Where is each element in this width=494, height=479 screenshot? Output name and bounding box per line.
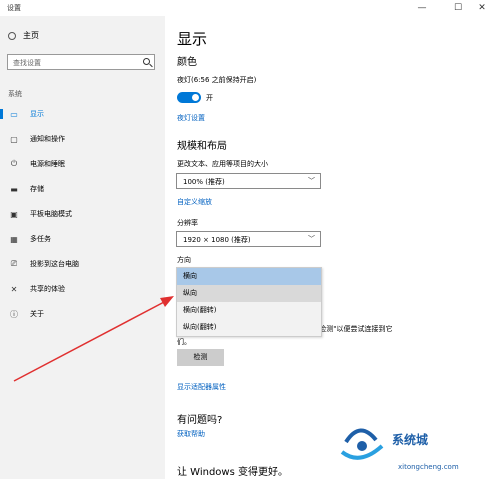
watermark-url: xitongcheng.com bbox=[398, 463, 459, 471]
storage-icon: ▬ bbox=[10, 184, 18, 194]
window-title: 设置 bbox=[7, 4, 21, 12]
toggle-knob bbox=[192, 94, 199, 101]
scale-heading: 规模和布局 bbox=[177, 141, 227, 152]
section-label: 系统 bbox=[8, 90, 22, 98]
orientation-option[interactable]: 纵向 bbox=[177, 285, 321, 302]
question-heading: 有问题吗? bbox=[177, 415, 223, 426]
sidebar-item-label: 电源和睡眠 bbox=[30, 160, 65, 168]
watermark-name: 系统城 bbox=[392, 433, 429, 447]
sidebar-item-projecting[interactable]: ⎚ 投影到这台电脑 bbox=[0, 255, 165, 273]
multitask-icon: ▦ bbox=[10, 234, 18, 244]
sidebar-item-label: 通知和操作 bbox=[30, 135, 65, 143]
orientation-menu: 横向 纵向 横向(翻转) 纵向(翻转) bbox=[176, 267, 322, 337]
sidebar-item-label: 投影到这台电脑 bbox=[30, 260, 79, 268]
sidebar-item-storage[interactable]: ▬ 存储 bbox=[0, 180, 165, 198]
night-light-toggle[interactable] bbox=[177, 92, 201, 103]
power-icon: ⏻ bbox=[10, 159, 18, 168]
detect-description: "检测"以便尝试连接到它 bbox=[316, 325, 393, 333]
adapter-properties-link[interactable]: 显示适配器属性 bbox=[177, 382, 226, 392]
chevron-down-icon: ﹀ bbox=[308, 177, 315, 185]
sidebar-item-display[interactable]: ▭ 显示 bbox=[0, 105, 165, 123]
detect-description-cont: 们。 bbox=[177, 338, 191, 346]
close-button[interactable]: ✕ bbox=[470, 1, 494, 15]
night-light-label: 夜灯(6:56 之前保持开启) bbox=[177, 76, 257, 84]
gear-icon bbox=[8, 31, 16, 40]
toggle-state: 开 bbox=[206, 94, 213, 102]
sidebar-item-label: 关于 bbox=[30, 310, 44, 318]
monitor-icon: ▭ bbox=[10, 109, 18, 119]
maximize-button[interactable]: ☐ bbox=[446, 1, 470, 15]
search-placeholder: 查找设置 bbox=[13, 59, 41, 67]
search-input[interactable]: 查找设置 bbox=[7, 54, 155, 70]
orientation-option[interactable]: 横向(翻转) bbox=[177, 302, 321, 319]
info-icon: ⓘ bbox=[10, 309, 18, 319]
share-icon: ✕ bbox=[10, 284, 18, 294]
search-icon bbox=[143, 58, 150, 65]
sidebar: 主页 查找设置 系统 ▭ 显示 ▢ 通知和操作 ⏻ 电源和睡眠 ▬ 存储 ▣ 平… bbox=[0, 16, 165, 479]
home-label: 主页 bbox=[23, 31, 39, 40]
night-light-settings-link[interactable]: 夜灯设置 bbox=[177, 113, 205, 123]
orientation-label: 方向 bbox=[177, 256, 191, 264]
title-bar: 设置 — ☐ ✕ bbox=[0, 0, 494, 16]
sidebar-item-power[interactable]: ⏻ 电源和睡眠 bbox=[0, 155, 165, 173]
get-help-link[interactable]: 获取帮助 bbox=[177, 429, 205, 439]
page-title: 显示 bbox=[177, 30, 208, 48]
orientation-option[interactable]: 横向 bbox=[177, 268, 321, 285]
chevron-down-icon: ﹀ bbox=[308, 235, 315, 243]
sidebar-item-tablet[interactable]: ▣ 平板电脑模式 bbox=[0, 205, 165, 223]
orientation-option[interactable]: 纵向(翻转) bbox=[177, 319, 321, 336]
resolution-dropdown[interactable]: 1920 × 1080 (推荐) ﹀ bbox=[176, 231, 321, 247]
improve-heading: 让 Windows 变得更好。 bbox=[177, 467, 288, 478]
tablet-icon: ▣ bbox=[10, 209, 18, 219]
sidebar-item-label: 显示 bbox=[30, 110, 44, 118]
sidebar-item-label: 平板电脑模式 bbox=[30, 210, 72, 218]
project-icon: ⎚ bbox=[10, 259, 18, 268]
sidebar-item-shared[interactable]: ✕ 共享的体验 bbox=[0, 280, 165, 298]
main-content: 显示 颜色 夜灯(6:56 之前保持开启) 开 夜灯设置 规模和布局 更改文本、… bbox=[165, 16, 494, 479]
color-heading: 颜色 bbox=[177, 57, 197, 68]
resolution-value: 1920 × 1080 (推荐) bbox=[183, 236, 251, 244]
sidebar-item-notifications[interactable]: ▢ 通知和操作 bbox=[0, 130, 165, 148]
sidebar-item-label: 存储 bbox=[30, 185, 44, 193]
detect-button[interactable]: 检测 bbox=[177, 349, 224, 366]
resolution-label: 分辨率 bbox=[177, 219, 198, 227]
message-icon: ▢ bbox=[10, 134, 18, 144]
sidebar-item-label: 共享的体验 bbox=[30, 285, 65, 293]
custom-scale-link[interactable]: 自定义缩放 bbox=[177, 197, 212, 207]
sidebar-item-about[interactable]: ⓘ 关于 bbox=[0, 305, 165, 323]
scale-label: 更改文本、应用等项目的大小 bbox=[177, 160, 268, 168]
scale-dropdown[interactable]: 100% (推荐) ﹀ bbox=[176, 173, 321, 189]
scale-value: 100% (推荐) bbox=[183, 178, 225, 186]
home-nav[interactable]: 主页 bbox=[8, 30, 39, 41]
sidebar-item-multitasking[interactable]: ▦ 多任务 bbox=[0, 230, 165, 248]
sidebar-item-label: 多任务 bbox=[30, 235, 51, 243]
minimize-button[interactable]: — bbox=[410, 1, 434, 15]
